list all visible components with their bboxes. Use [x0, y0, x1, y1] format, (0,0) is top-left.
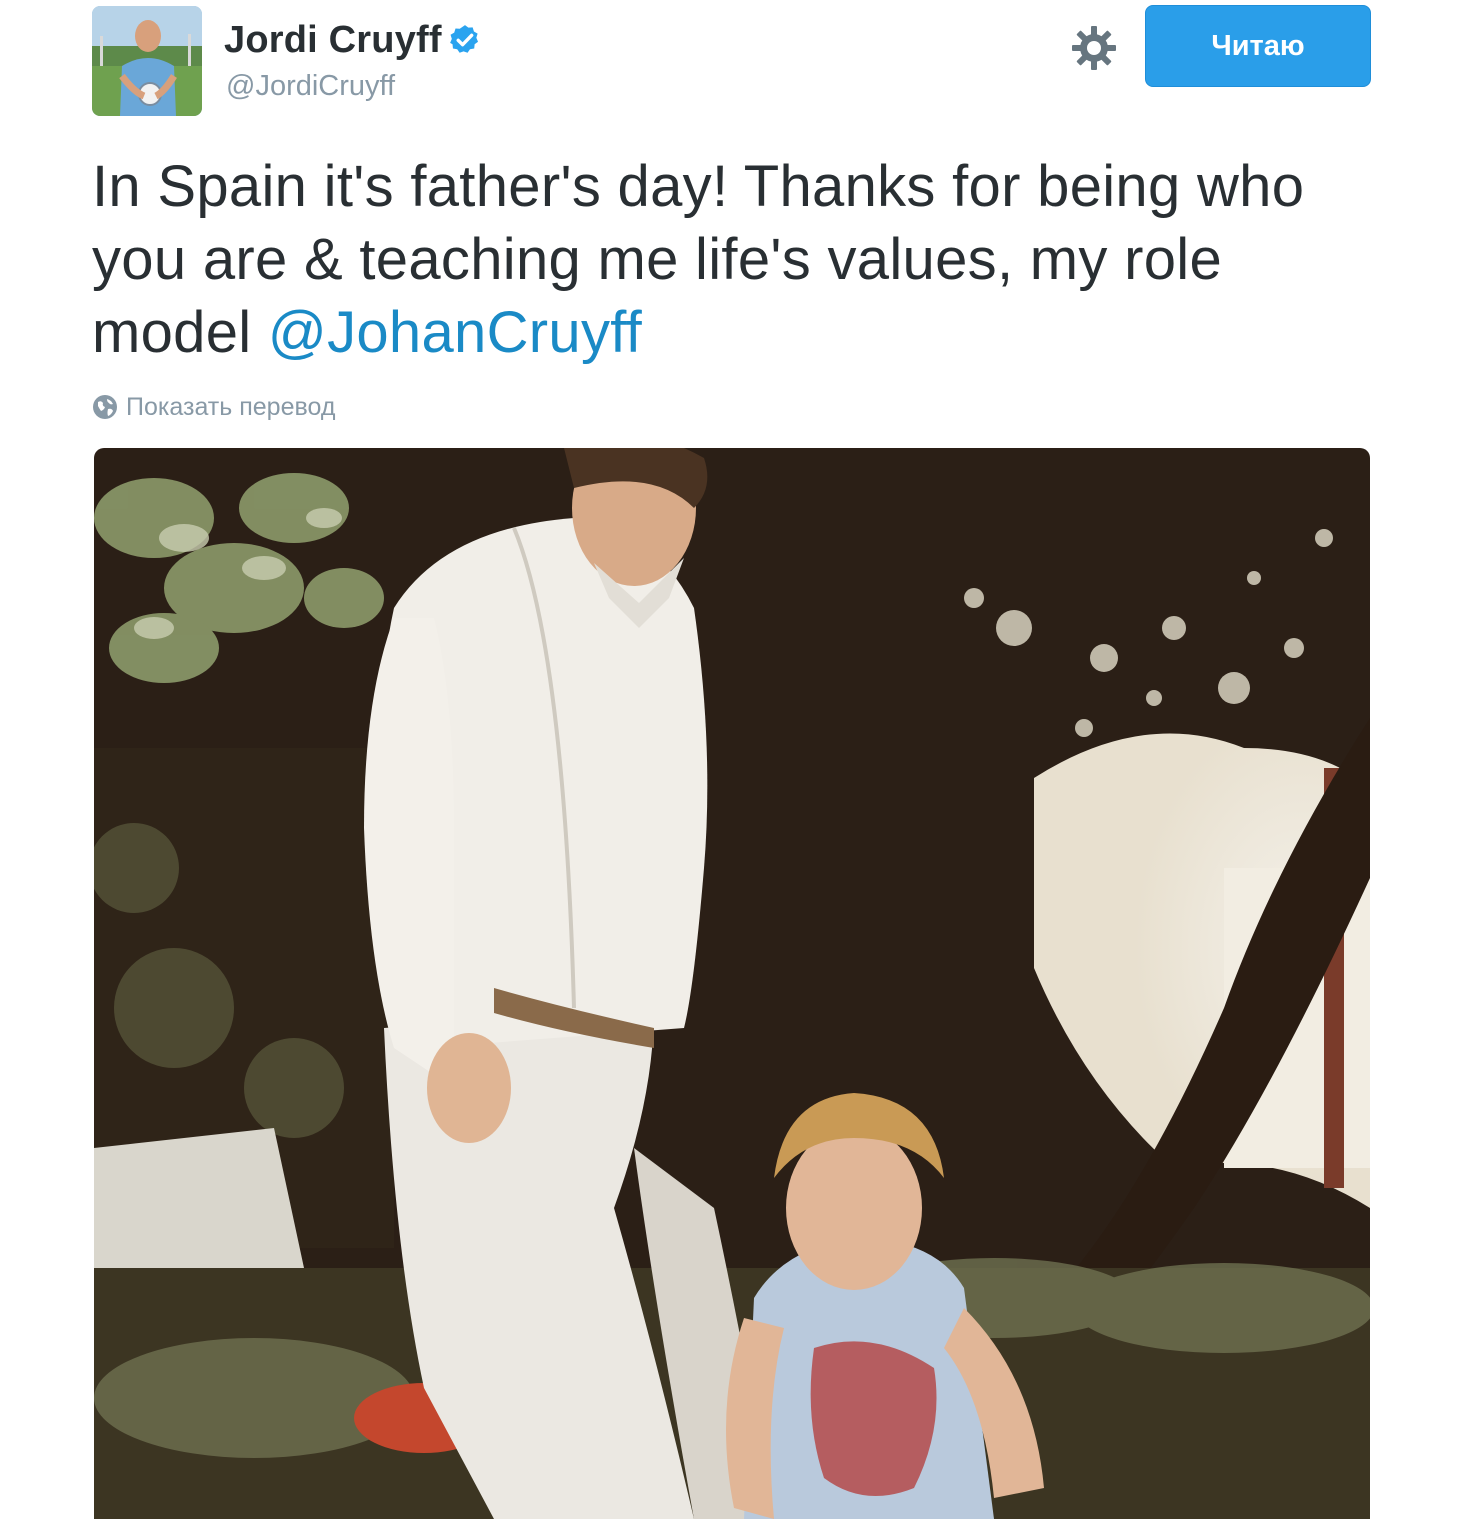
gear-icon[interactable] — [1070, 24, 1118, 72]
verified-badge-icon — [448, 23, 482, 57]
user-handle[interactable]: @JordiCruyff — [226, 70, 395, 103]
tweet-card: Jordi Cruyff @JordiCruyff Читаю In Spain… — [0, 0, 1460, 1519]
avatar[interactable] — [92, 6, 202, 116]
attached-photo[interactable] — [94, 448, 1370, 1519]
show-translation-label[interactable]: Показать перевод — [126, 393, 335, 422]
following-button[interactable]: Читаю — [1145, 5, 1371, 87]
mention-link[interactable]: @JohanCruyff — [268, 300, 642, 365]
tweet-text: In Spain it's father's day! Thanks for b… — [92, 150, 1382, 369]
author-name-row[interactable]: Jordi Cruyff — [224, 18, 482, 62]
avatar-photo — [92, 6, 202, 116]
display-name[interactable]: Jordi Cruyff — [224, 19, 442, 62]
globe-icon — [93, 395, 117, 419]
photo-illustration — [94, 448, 1370, 1519]
show-translation-link[interactable]: Показать перевод — [92, 392, 335, 422]
